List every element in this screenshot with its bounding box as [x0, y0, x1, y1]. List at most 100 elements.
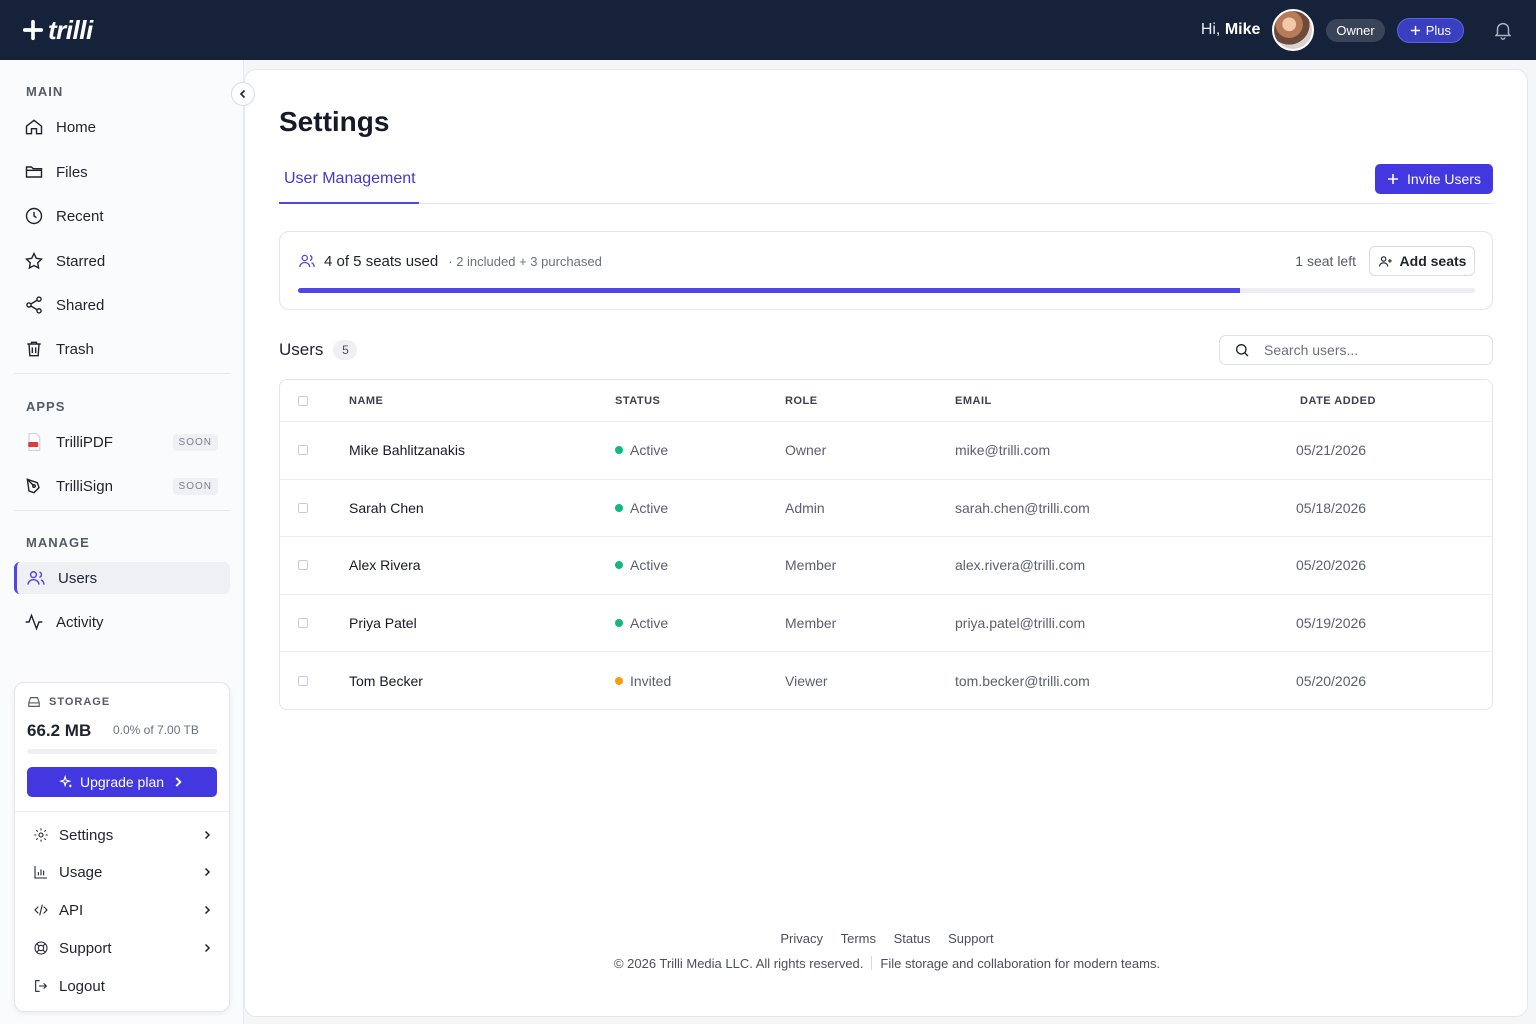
sidebar-item-trillisign[interactable]: TrilliSign SOON [14, 470, 230, 502]
sidebar-item-files[interactable]: Files [14, 156, 230, 188]
sidebar-item-recent[interactable]: Recent [14, 200, 230, 232]
users-icon [299, 254, 315, 268]
sidebar-item-starred[interactable]: Starred [14, 245, 230, 277]
menu-item-api[interactable]: API [33, 895, 213, 925]
date-cell: 05/19/2026 [1296, 615, 1367, 632]
role-cell: Owner [785, 442, 827, 459]
table-row[interactable]: Sarah Chen Active Admin sarah.chen@trill… [280, 480, 1492, 538]
sidebar-item-trash[interactable]: Trash [14, 333, 230, 365]
soon-badge: SOON [172, 433, 218, 451]
plan-badge[interactable]: Plus [1396, 17, 1464, 43]
menu-item-support[interactable]: Support [33, 933, 213, 963]
logout-icon [35, 980, 48, 992]
search-input[interactable] [1264, 342, 1464, 358]
footer-link-support[interactable]: Support [948, 931, 994, 946]
section-label-manage: MANAGE [26, 535, 90, 550]
storage-progress-bar [27, 749, 217, 754]
add-seats-button[interactable]: Add seats [1369, 246, 1475, 276]
status-cell: Active [615, 615, 668, 631]
date-cell: 05/20/2026 [1296, 673, 1367, 690]
search-box[interactable] [1219, 335, 1493, 365]
footer-copyright: © 2026 Trilli Media LLC. All rights rese… [245, 956, 1529, 971]
column-header-status[interactable]: STATUS [615, 395, 660, 407]
users-header: Users 5 [279, 340, 358, 360]
logo-icon [22, 19, 44, 41]
table-row[interactable]: Mike Bahlitzanakis Active Owner mike@tri… [280, 422, 1492, 480]
column-header-role[interactable]: ROLE [785, 395, 818, 407]
footer-links: Privacy Terms Status Support [245, 931, 1529, 946]
sidebar-item-shared[interactable]: Shared [14, 289, 230, 321]
tab-user-management[interactable]: User Management [279, 164, 419, 204]
row-checkbox[interactable] [298, 445, 308, 456]
pen-icon [26, 478, 40, 494]
card-divider [15, 811, 229, 812]
chevron-right-icon [204, 943, 211, 953]
tab-bar: User Management Invite Users [279, 164, 1493, 204]
storage-percent: 0.0% of 7.00 TB [113, 723, 199, 737]
table-row[interactable]: Tom Becker Invited Viewer tom.becker@tri… [280, 652, 1492, 709]
role-badge: Owner [1326, 18, 1385, 42]
brand-logo[interactable]: trilli [22, 15, 93, 46]
role-cell: Admin [785, 499, 825, 516]
status-dot [615, 619, 623, 628]
upgrade-plan-button[interactable]: Upgrade plan [27, 767, 217, 797]
role-cell: Member [785, 615, 837, 632]
collapse-sidebar-button[interactable] [231, 82, 255, 106]
seats-summary: 4 of 5 seats used [324, 252, 439, 270]
gear-icon [34, 828, 48, 842]
menu-item-usage[interactable]: Usage [33, 857, 213, 887]
date-cell: 05/21/2026 [1296, 442, 1367, 459]
bell-icon[interactable] [1492, 19, 1514, 41]
sidebar-item-users[interactable]: Users [14, 562, 230, 594]
row-checkbox[interactable] [298, 676, 308, 687]
status-cell: Invited [615, 673, 671, 689]
seats-progress-fill [298, 288, 1240, 293]
chevron-left-icon [239, 89, 246, 99]
user-name-cell: Alex Rivera [349, 557, 421, 574]
user-name: Mike [1224, 21, 1261, 38]
pdf-icon [28, 433, 41, 451]
footer-link-privacy[interactable]: Privacy [780, 931, 823, 946]
menu-item-settings[interactable]: Settings [33, 820, 213, 850]
chevron-right-icon [175, 777, 182, 787]
storage-used: 66.2 MB [27, 721, 92, 740]
user-name-cell: Tom Becker [349, 673, 423, 690]
column-header-name[interactable]: NAME [349, 395, 383, 407]
email-cell: sarah.chen@trilli.com [955, 499, 1090, 516]
footer-link-status[interactable]: Status [894, 931, 931, 946]
users-icon [27, 571, 45, 585]
sidebar-item-activity[interactable]: Activity [14, 606, 230, 638]
email-cell: mike@trilli.com [955, 442, 1051, 459]
invite-users-button[interactable]: Invite Users [1375, 164, 1493, 194]
date-cell: 05/20/2026 [1296, 557, 1367, 574]
menu-item-logout[interactable]: Logout [33, 971, 213, 1001]
table-row[interactable]: Priya Patel Active Member priya.patel@tr… [280, 595, 1492, 653]
brand-name: trilli [48, 14, 93, 45]
table-row[interactable]: Alex Rivera Active Member alex.rivera@tr… [280, 537, 1492, 595]
email-cell: tom.becker@trilli.com [955, 673, 1090, 690]
user-name-cell: Sarah Chen [349, 499, 424, 516]
row-checkbox[interactable] [298, 560, 308, 571]
sidebar-divider [14, 510, 230, 511]
select-all-checkbox[interactable] [298, 395, 308, 406]
plus-icon [1388, 174, 1399, 184]
sidebar-item-trillipdf[interactable]: TrilliPDF SOON [14, 426, 230, 458]
tagline-text: File storage and collaboration for moder… [880, 956, 1161, 971]
row-checkbox[interactable] [298, 502, 308, 513]
sidebar-item-home[interactable]: Home [14, 111, 230, 143]
email-cell: alex.rivera@trilli.com [955, 557, 1086, 574]
star-icon [24, 251, 44, 270]
row-checkbox[interactable] [298, 618, 308, 629]
footer-link-terms[interactable]: Terms [841, 931, 876, 946]
chevron-right-icon [204, 830, 211, 840]
users-count-badge: 5 [333, 340, 358, 360]
chevron-right-icon [204, 905, 211, 915]
avatar[interactable] [1272, 9, 1315, 51]
sparkle-icon [58, 775, 72, 788]
role-cell: Viewer [785, 673, 828, 690]
section-label-apps: APPS [26, 399, 66, 414]
status-dot [615, 561, 623, 570]
column-header-email[interactable]: EMAIL [955, 395, 992, 407]
folder-icon [25, 166, 43, 178]
column-header-date-added[interactable]: DATE ADDED [1300, 395, 1376, 407]
